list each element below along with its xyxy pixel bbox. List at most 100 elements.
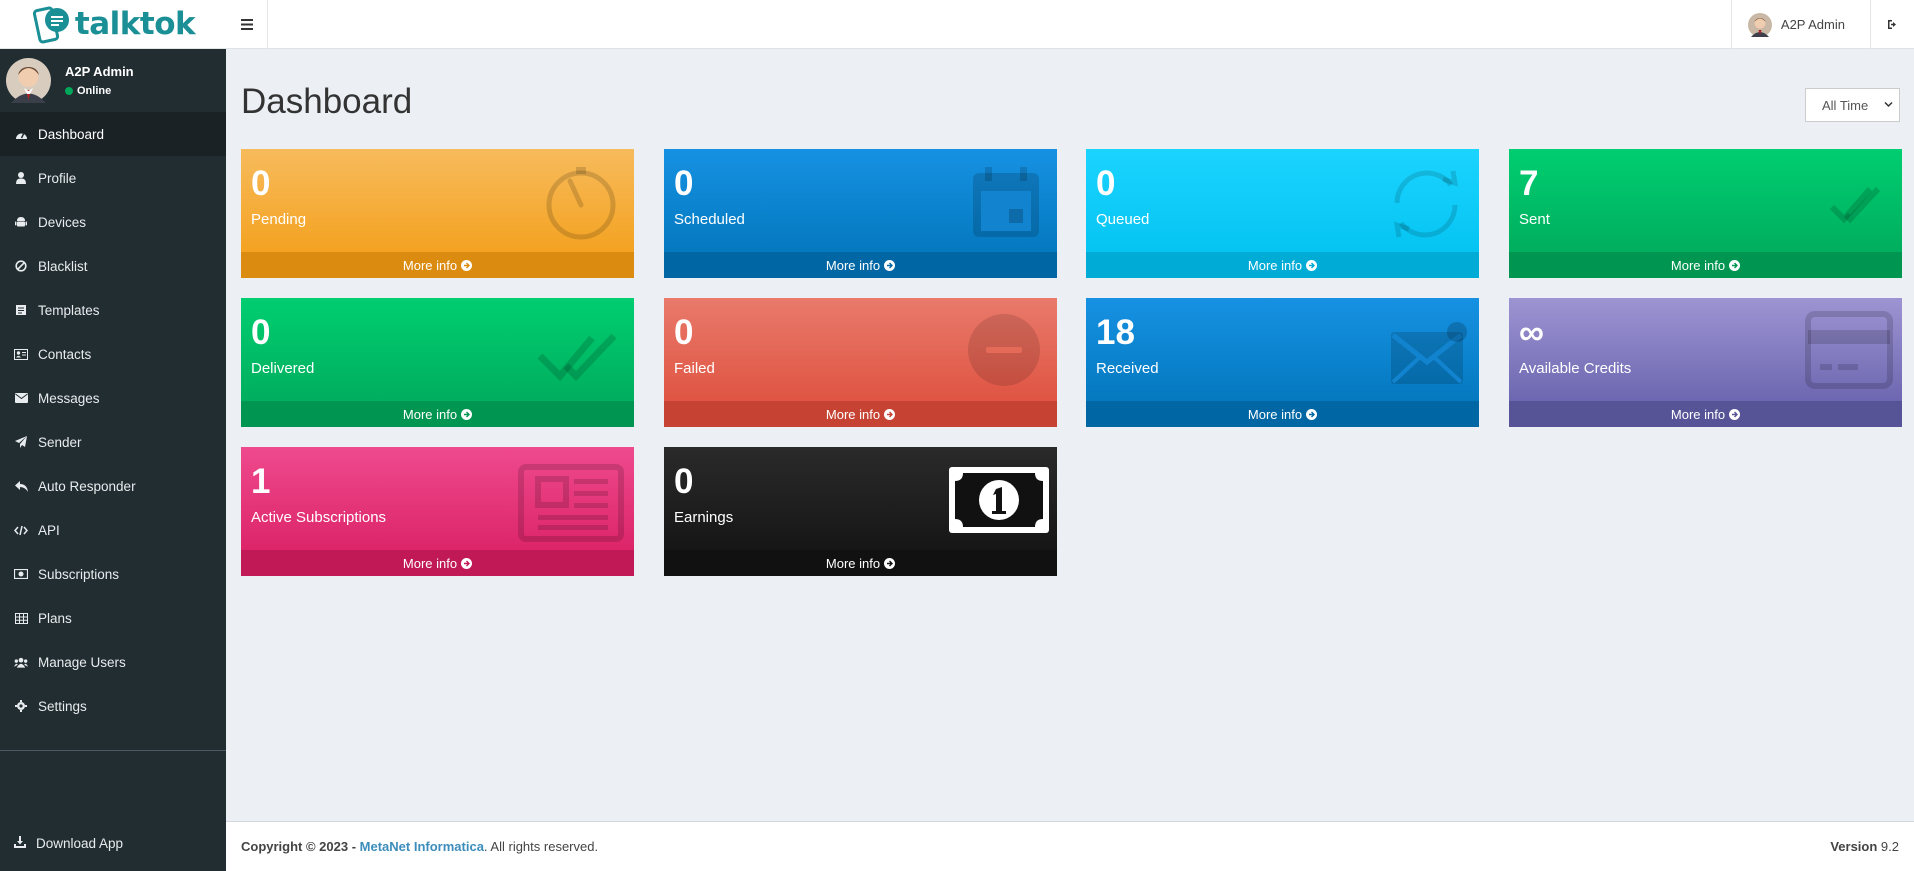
stat-value: 7: [1519, 164, 1539, 203]
more-info-link[interactable]: More info: [241, 252, 634, 278]
more-info-text: More info: [402, 406, 458, 422]
banknote-icon: [949, 467, 1049, 533]
sidebar-item-label: Templates: [38, 302, 100, 318]
sidebar-item-dashboard[interactable]: Dashboard: [0, 112, 226, 156]
logo-text: talktok: [74, 6, 196, 42]
stat-label: Delivered: [251, 360, 315, 377]
sidebar-item-sender[interactable]: Sender: [0, 420, 226, 464]
sidebar-item-plans[interactable]: Plans: [0, 596, 226, 640]
envelope-icon: [1391, 322, 1467, 384]
top-navbar: A2P Admin: [226, 0, 1914, 49]
sidebar-item-profile[interactable]: Profile: [0, 156, 226, 200]
user-menu[interactable]: A2P Admin: [1730, 0, 1871, 49]
more-info-text: More info: [1670, 406, 1726, 422]
stat-value: 1: [251, 462, 271, 501]
sidebar-item-label: Plans: [38, 610, 72, 626]
sign-out-icon: [1887, 20, 1896, 29]
arrow-circle-right-icon: [461, 259, 473, 271]
avatar: [6, 58, 51, 103]
time-range-value: All Time: [1822, 97, 1869, 113]
more-info-text: More info: [402, 257, 458, 273]
code-icon: [14, 523, 28, 537]
more-info-link[interactable]: More info: [664, 401, 1057, 427]
arrow-circle-right-icon: [1729, 408, 1741, 420]
money-icon: [14, 567, 28, 581]
more-info-link[interactable]: More info: [1086, 252, 1479, 278]
tachometer-icon: [546, 167, 616, 240]
sidebar-item-manage-users[interactable]: Manage Users: [0, 640, 226, 684]
company-link[interactable]: MetaNet Informatica: [360, 839, 484, 854]
sidebar-item-label: Auto Responder: [38, 478, 136, 494]
stat-label: Pending: [251, 211, 307, 228]
arrow-circle-right-icon: [1729, 259, 1741, 271]
copyright: Copyright © 2023 - MetaNet Informatica. …: [241, 839, 598, 854]
sidebar-item-label: Settings: [38, 698, 87, 714]
stat-value: 0: [251, 164, 271, 203]
logo[interactable]: talktok: [0, 0, 226, 49]
sidebar-item-contacts[interactable]: Contacts: [0, 332, 226, 376]
stat-label: Sent: [1519, 211, 1550, 228]
stat-label: Received: [1096, 360, 1159, 377]
sidebar-item-label: Dashboard: [38, 126, 105, 142]
stat-value: 0: [674, 462, 694, 501]
sidebar-item-auto-responder[interactable]: Auto Responder: [0, 464, 226, 508]
sidebar-toggle-button[interactable]: [226, 0, 268, 49]
more-info-link[interactable]: More info: [1509, 401, 1902, 427]
version-number: 9.2: [1880, 839, 1899, 854]
sidebar-item-templates[interactable]: Templates: [0, 288, 226, 332]
sidebar-item-label: Profile: [38, 170, 77, 186]
hamburger-icon: [240, 19, 253, 30]
arrow-circle-right-icon: [884, 557, 896, 569]
sidebar-item-download-app[interactable]: Download App: [0, 821, 226, 865]
more-info-link[interactable]: More info: [1509, 252, 1902, 278]
more-info-link[interactable]: More info: [1086, 401, 1479, 427]
paper-plane-icon: [14, 435, 28, 449]
dashboard-icon: [14, 127, 28, 141]
stat-box-active-subscriptions: 1 Active Subscriptions More info: [241, 447, 634, 576]
sidebar-item-label: Subscriptions: [38, 566, 120, 582]
sidebar-item-label: Devices: [38, 214, 87, 230]
stat-label: Active Subscriptions: [251, 509, 387, 526]
arrow-circle-right-icon: [884, 259, 896, 271]
stat-value: 0: [674, 164, 694, 203]
sidebar-item-settings[interactable]: Settings: [0, 684, 226, 728]
sidebar-item-label: Download App: [36, 835, 124, 851]
rights-text: . All rights reserved.: [483, 839, 599, 854]
ban-icon: [14, 259, 28, 273]
time-range-select[interactable]: All Time: [1805, 88, 1900, 122]
sidebar-item-messages[interactable]: Messages: [0, 376, 226, 420]
sidebar-menu: Dashboard Profile Devices Blacklist Temp…: [0, 112, 226, 728]
gear-icon: [14, 699, 28, 713]
stat-box-received: 18 Received More info: [1086, 298, 1479, 427]
sidebar-item-label: API: [38, 522, 60, 538]
more-info-text: More info: [825, 406, 881, 422]
stat-box-delivered: 0 Delivered More info: [241, 298, 634, 427]
version-info: Version 9.2: [1830, 839, 1899, 854]
more-info-link[interactable]: More info: [241, 550, 634, 576]
refresh-icon: [1393, 170, 1459, 238]
arrow-circle-right-icon: [884, 408, 896, 420]
sidebar-item-subscriptions[interactable]: Subscriptions: [0, 552, 226, 596]
credit-card-icon: [1805, 311, 1893, 389]
stat-label: Available Credits: [1519, 360, 1632, 377]
sidebar-item-blacklist[interactable]: Blacklist: [0, 244, 226, 288]
arrow-circle-right-icon: [461, 557, 473, 569]
chevron-down-icon: [1884, 101, 1893, 108]
sidebar-item-devices[interactable]: Devices: [0, 200, 226, 244]
more-info-link[interactable]: More info: [664, 550, 1057, 576]
sidebar-user-name: A2P Admin: [65, 64, 134, 79]
envelope-icon: [14, 391, 28, 405]
stat-value: 0: [1096, 164, 1116, 203]
logout-button[interactable]: [1871, 0, 1914, 49]
reply-icon: [14, 479, 28, 493]
sidebar-divider: [0, 750, 226, 751]
page-footer: Copyright © 2023 - MetaNet Informatica. …: [226, 821, 1914, 871]
logo-phone-icon: [32, 6, 69, 44]
stat-box-available-credits: ∞ Available Credits More info: [1509, 298, 1902, 427]
sidebar-item-label: Sender: [38, 434, 82, 450]
stat-box-pending: 0 Pending More info: [241, 149, 634, 278]
more-info-link[interactable]: More info: [664, 252, 1057, 278]
stat-value: 0: [674, 313, 694, 352]
sidebar-item-api[interactable]: API: [0, 508, 226, 552]
more-info-link[interactable]: More info: [241, 401, 634, 427]
